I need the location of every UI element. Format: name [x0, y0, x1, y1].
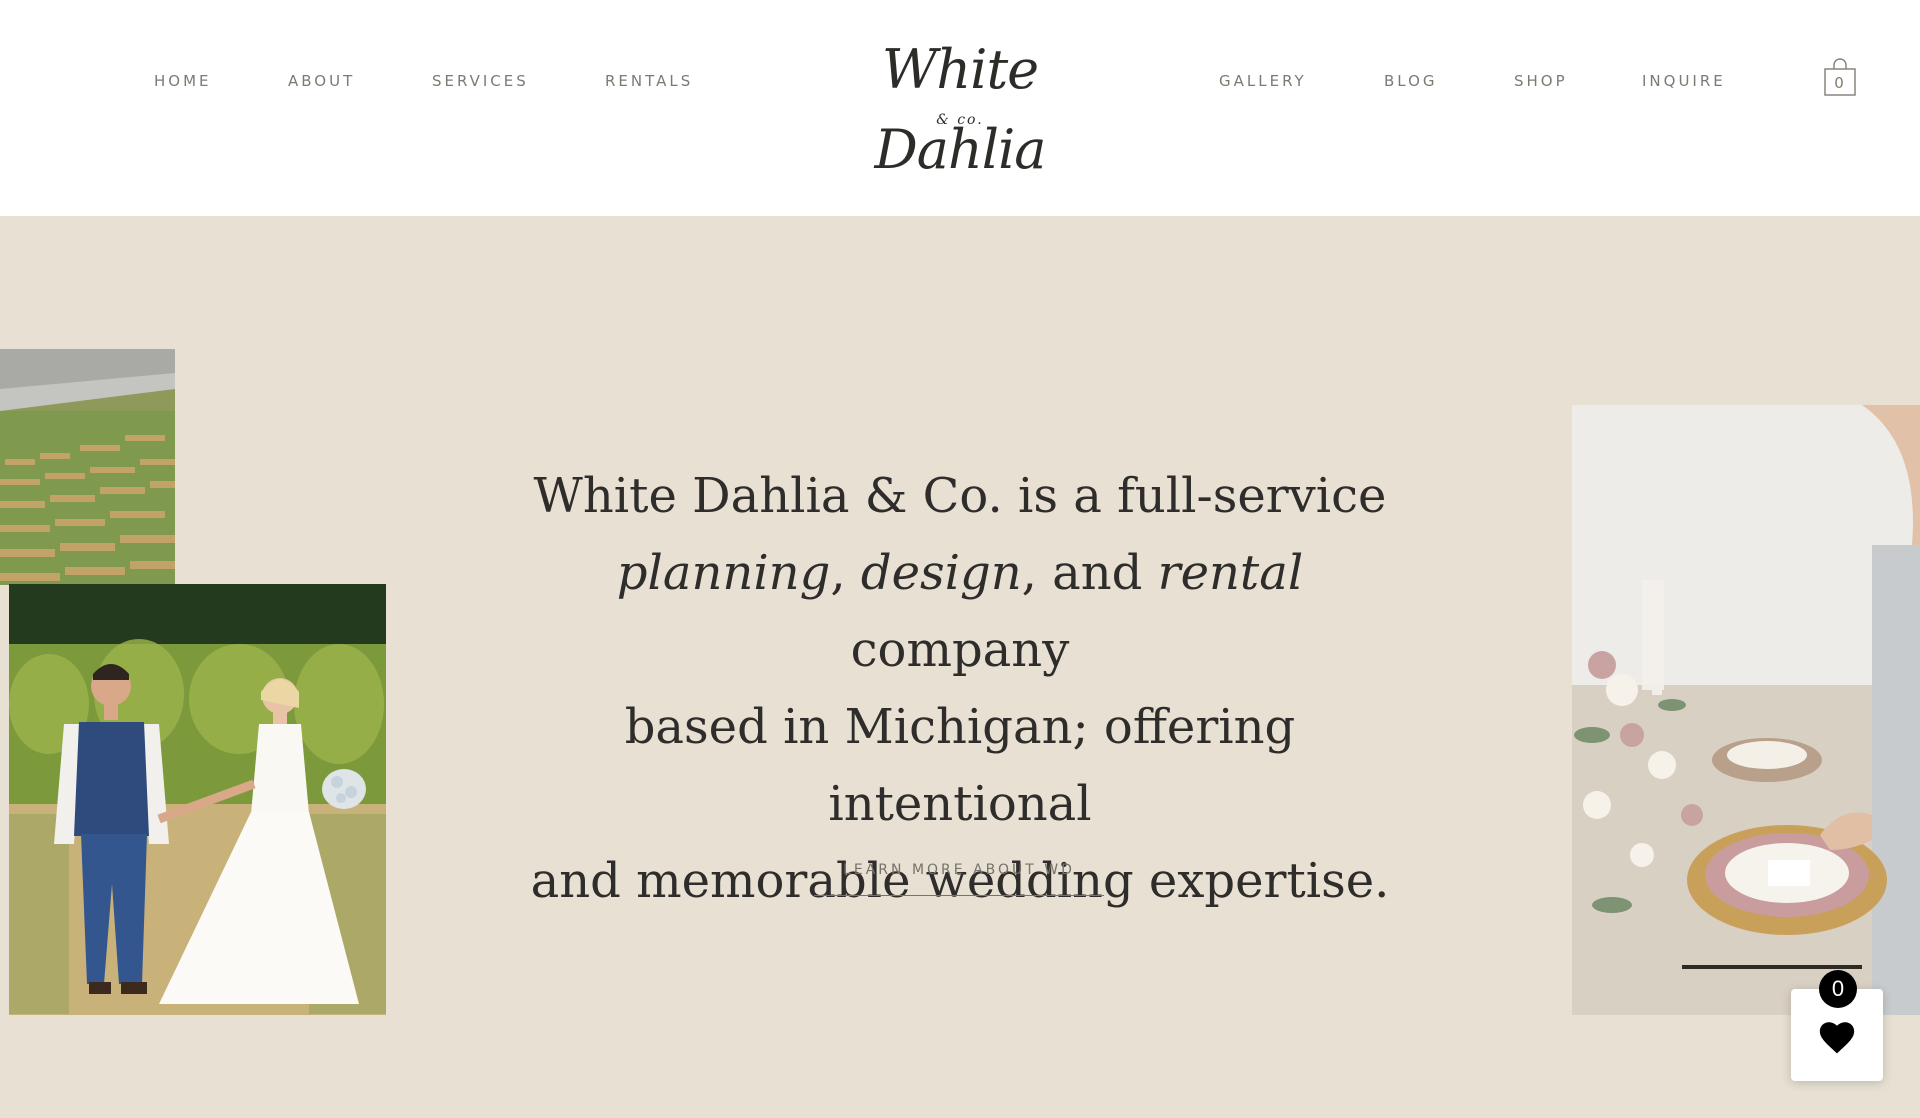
nav-inquire[interactable]: INQUIRE	[1642, 72, 1726, 90]
ceremony-chairs-photo	[0, 349, 175, 585]
hero-word-design: design	[860, 545, 1022, 601]
hero-line-2: planning, design, and rental company	[500, 535, 1420, 689]
cart-button[interactable]: 0	[1823, 58, 1859, 98]
wishlist-count-badge: 0	[1819, 970, 1857, 1008]
nav-rentals[interactable]: RENTALS	[605, 72, 693, 90]
table-setting-photo	[1572, 405, 1920, 1015]
hero-line-1: White Dahlia & Co. is a full-service	[533, 468, 1387, 524]
couple-vineyard-photo	[9, 584, 386, 1015]
hero-company: company	[850, 622, 1070, 678]
hero-comma: ,	[830, 545, 846, 601]
nav-services[interactable]: SERVICES	[432, 72, 529, 90]
nav-about[interactable]: ABOUT	[288, 72, 355, 90]
logo-subtitle: & co.	[936, 112, 984, 128]
hero-statement: White Dahlia & Co. is a full-service pla…	[500, 458, 1420, 920]
hero-word-rental: rental	[1157, 545, 1304, 601]
hero-word-planning: planning	[616, 545, 831, 601]
hero-line-3: based in Michigan; offering intentional	[624, 699, 1296, 832]
nav-gallery[interactable]: GALLERY	[1219, 72, 1307, 90]
nav-blog[interactable]: BLOG	[1384, 72, 1438, 90]
nav-home[interactable]: HOME	[154, 72, 212, 90]
nav-shop[interactable]: SHOP	[1514, 72, 1568, 90]
learn-more-link[interactable]: LEARN MORE ABOUT WD	[814, 862, 1104, 896]
hero-and: , and	[1021, 545, 1143, 601]
site-header: HOME ABOUT SERVICES RENTALS White Dahlia…	[0, 0, 1920, 216]
site-logo[interactable]: White Dahlia & co.	[835, 30, 1085, 181]
heart-icon	[1819, 1022, 1855, 1054]
cart-count: 0	[1834, 74, 1844, 92]
logo-wordmark: White Dahlia	[874, 38, 1046, 181]
